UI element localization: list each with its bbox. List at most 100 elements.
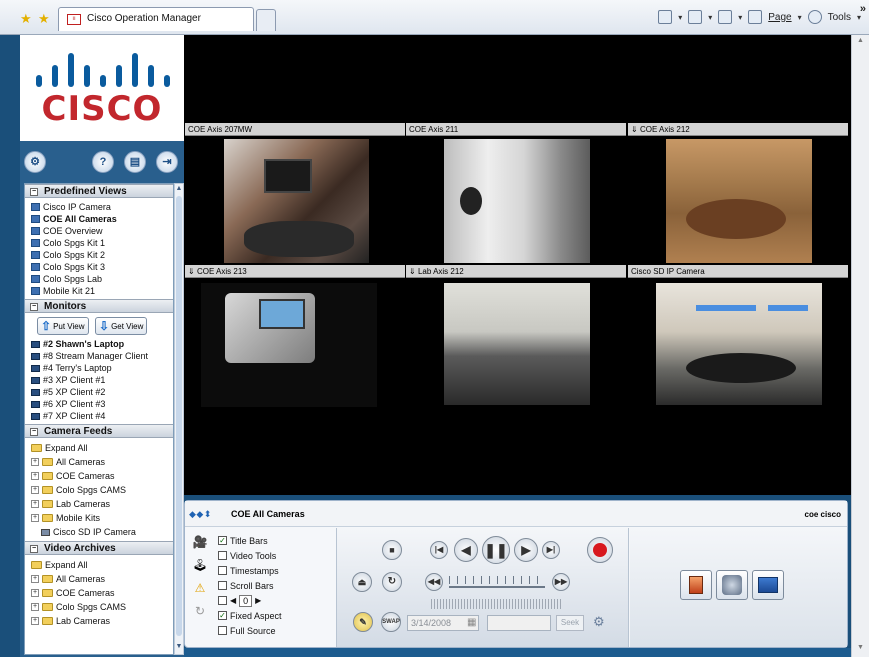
- camera-control-icon[interactable]: 🎥: [191, 533, 209, 551]
- loop-button[interactable]: ↻: [382, 572, 402, 592]
- joystick-icon[interactable]: 🕹: [191, 556, 209, 574]
- sidebar-scrollbar[interactable]: ▲ ▼: [174, 183, 184, 655]
- expand-icon[interactable]: +: [31, 589, 39, 597]
- archive-folder-item[interactable]: + COE Cameras: [31, 586, 173, 600]
- calendar-icon[interactable]: ▦: [467, 617, 476, 628]
- page-scroll-up-icon[interactable]: ▲: [855, 37, 866, 48]
- page-scrollbar[interactable]: ▲ ▼: [851, 35, 869, 657]
- archive-folder-item[interactable]: + Colo Spgs CAMS: [31, 600, 173, 614]
- monitor-item[interactable]: #7 XP Client #4: [31, 410, 173, 422]
- step-back-button[interactable]: ◀: [454, 538, 478, 562]
- camera-tile[interactable]: ⇓ COE Axis 212: [628, 123, 849, 266]
- skip-forward-button[interactable]: ▶|: [542, 541, 560, 559]
- spinner-option[interactable]: ◀ 0 ▶: [218, 593, 336, 608]
- checkbox[interactable]: [218, 566, 227, 575]
- view-item-selected[interactable]: COE All Cameras: [31, 213, 173, 225]
- expand-all-item[interactable]: Expand All: [31, 441, 173, 455]
- title-bars-option[interactable]: ✓ Title Bars: [218, 533, 336, 548]
- fixed-aspect-option[interactable]: ✓ Fixed Aspect: [218, 608, 336, 623]
- camera-folder-item[interactable]: + COE Cameras: [31, 469, 173, 483]
- camera-feeds-header[interactable]: − Camera Feeds: [25, 424, 173, 438]
- checkbox[interactable]: [218, 551, 227, 560]
- layout-button-2[interactable]: [716, 570, 748, 600]
- record-button[interactable]: [587, 537, 613, 563]
- monitor-item[interactable]: #5 XP Client #2: [31, 386, 173, 398]
- scroll-up-icon[interactable]: ▲: [175, 185, 183, 195]
- scroll-thumb[interactable]: [176, 196, 182, 636]
- camera-tile[interactable]: COE Axis 207MW: [185, 123, 406, 266]
- monitor-item[interactable]: #2 Shawn's Laptop: [31, 338, 173, 350]
- notes-button[interactable]: ▤: [124, 151, 146, 173]
- speed-slider[interactable]: [431, 599, 561, 609]
- layout-button-1[interactable]: [680, 570, 712, 600]
- layout-button-3[interactable]: [752, 570, 784, 600]
- tools-menu[interactable]: Tools: [828, 12, 851, 23]
- stop-button[interactable]: ■: [382, 540, 402, 560]
- expand-icon[interactable]: +: [31, 617, 39, 625]
- monitor-item[interactable]: #8 Stream Manager Client: [31, 350, 173, 362]
- help-button[interactable]: ?: [92, 151, 114, 173]
- archive-folder-item[interactable]: + All Cameras: [31, 572, 173, 586]
- spinner-right-icon[interactable]: ▶: [255, 596, 261, 605]
- video-archives-header[interactable]: − Video Archives: [25, 541, 173, 555]
- feeds-icon[interactable]: [688, 10, 703, 24]
- page-scroll-down-icon[interactable]: ▼: [855, 644, 866, 655]
- swap-button[interactable]: SWAP: [381, 612, 401, 632]
- page-menu[interactable]: Page: [768, 12, 791, 23]
- home-icon[interactable]: [658, 10, 673, 24]
- predefined-views-header[interactable]: − Predefined Views: [25, 184, 173, 198]
- spinner-value[interactable]: 0: [239, 594, 253, 607]
- more-chevron-icon[interactable]: »: [860, 3, 866, 15]
- browser-tab[interactable]: ıı Cisco Operation Manager: [58, 7, 254, 31]
- expand-icon[interactable]: +: [31, 486, 39, 494]
- new-tab-button[interactable]: [256, 9, 276, 31]
- options-gear-icon[interactable]: ⚙: [593, 614, 605, 630]
- monitors-header[interactable]: − Monitors: [25, 299, 173, 313]
- expand-icon[interactable]: +: [31, 458, 39, 466]
- camera-tile[interactable]: Cisco SD IP Camera: [628, 265, 849, 408]
- view-item[interactable]: COE Overview: [31, 225, 173, 237]
- fast-forward-button[interactable]: ▶▶: [552, 573, 570, 591]
- view-item[interactable]: Colo Spgs Kit 2: [31, 249, 173, 261]
- expand-all-item[interactable]: Expand All: [31, 558, 173, 572]
- view-item[interactable]: Colo Spgs Lab: [31, 273, 173, 285]
- full-source-option[interactable]: Full Source: [218, 623, 336, 638]
- monitor-item[interactable]: #6 XP Client #3: [31, 398, 173, 410]
- camera-folder-item[interactable]: + All Cameras: [31, 455, 173, 469]
- scroll-down-icon[interactable]: ▼: [175, 643, 183, 653]
- camera-folder-item[interactable]: + Lab Cameras: [31, 497, 173, 511]
- expand-icon[interactable]: +: [31, 603, 39, 611]
- archive-folder-item[interactable]: + Lab Cameras: [31, 614, 173, 628]
- logout-button[interactable]: ⇥: [156, 151, 178, 173]
- timeline-slider[interactable]: [449, 576, 545, 588]
- camera-tile[interactable]: ⇓ Lab Axis 212: [406, 265, 627, 408]
- checkbox[interactable]: ✓: [218, 536, 227, 545]
- bookmark-button[interactable]: ✎: [353, 612, 373, 632]
- add-favorites-icon[interactable]: ★: [38, 11, 50, 27]
- put-view-button[interactable]: ⇧ Put View: [37, 317, 89, 335]
- checkbox[interactable]: [218, 626, 227, 635]
- checkbox[interactable]: [218, 581, 227, 590]
- play-button[interactable]: ▶: [514, 538, 538, 562]
- spinner-left-icon[interactable]: ◀: [230, 596, 236, 605]
- camera-tile[interactable]: ⇓ COE Axis 213: [185, 265, 406, 408]
- expand-icon[interactable]: +: [31, 472, 39, 480]
- video-tools-option[interactable]: Video Tools: [218, 548, 336, 563]
- view-item[interactable]: Mobile Kit 21: [31, 285, 173, 297]
- view-item[interactable]: Colo Spgs Kit 3: [31, 261, 173, 273]
- expand-icon[interactable]: +: [31, 500, 39, 508]
- favorites-star-icon[interactable]: ★: [20, 11, 32, 27]
- expand-icon[interactable]: +: [31, 514, 39, 522]
- refresh-icon[interactable]: ↻: [191, 602, 209, 620]
- checkbox[interactable]: ✓: [218, 611, 227, 620]
- settings-gear-button[interactable]: ⚙: [24, 151, 46, 173]
- pause-button[interactable]: ❚❚: [482, 536, 510, 564]
- monitor-item[interactable]: #3 XP Client #1: [31, 374, 173, 386]
- seek-button[interactable]: Seek: [556, 615, 584, 631]
- timestamps-option[interactable]: Timestamps: [218, 563, 336, 578]
- checkbox[interactable]: [218, 596, 227, 605]
- camera-folder-item[interactable]: + Mobile Kits: [31, 511, 173, 525]
- time-field[interactable]: [487, 615, 551, 631]
- camera-folder-item[interactable]: + Colo Spgs CAMS: [31, 483, 173, 497]
- warning-icon[interactable]: ⚠: [191, 579, 209, 597]
